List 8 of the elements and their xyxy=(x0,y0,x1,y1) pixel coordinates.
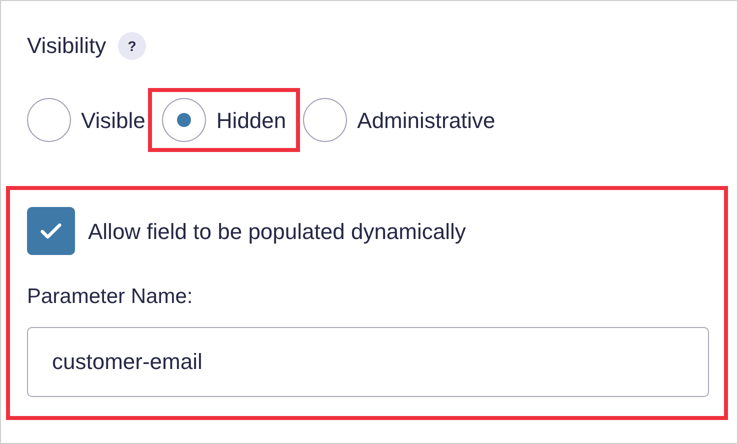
input-field[interactable]: customer-email xyxy=(27,327,709,397)
radio-option[interactable]: Visible xyxy=(27,98,146,142)
section-label: Visibility xyxy=(27,32,106,60)
checkbox-option[interactable]: Allow field to be populated dynamically xyxy=(27,207,707,255)
radio-option[interactable]: Hidden xyxy=(162,98,286,142)
radio-option[interactable]: Administrative xyxy=(303,98,496,142)
field-label: Parameter Name: xyxy=(27,284,194,310)
help-badge[interactable]: ? xyxy=(118,32,146,60)
